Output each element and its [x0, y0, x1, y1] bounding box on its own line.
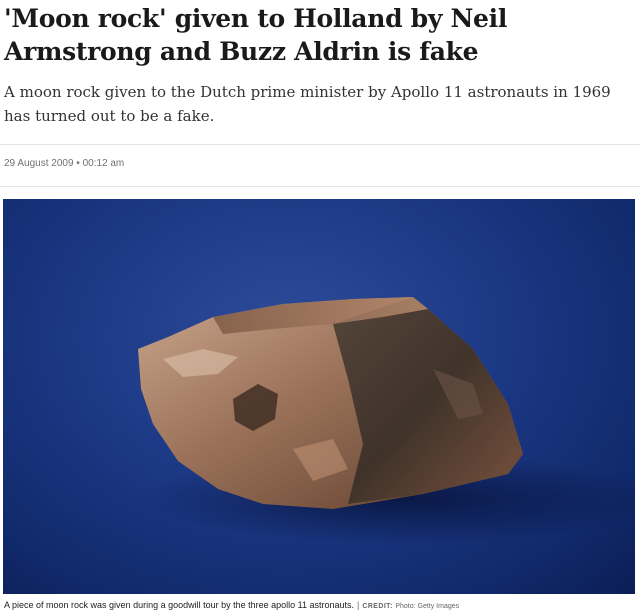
caption-separator: |: [357, 600, 360, 610]
credit-label: CREDIT:: [362, 603, 393, 610]
credit-text: Photo: Getty Images: [395, 603, 460, 610]
moon-rock-illustration: [138, 297, 635, 544]
article-headline: 'Moon rock' given to Holland by Neil Arm…: [4, 4, 508, 66]
divider: [0, 186, 640, 187]
moon-rock-photo[interactable]: [3, 199, 635, 594]
article-standfirst: A moon rock given to the Dutch prime min…: [4, 83, 611, 125]
rock-dark-face: [333, 297, 523, 504]
divider: [0, 144, 640, 145]
article-dateline: 29 August 2009 • 00:12 am: [4, 158, 125, 169]
caption-text: A piece of moon rock was given during a …: [4, 600, 355, 610]
image-caption: A piece of moon rock was given during a …: [4, 600, 638, 610]
